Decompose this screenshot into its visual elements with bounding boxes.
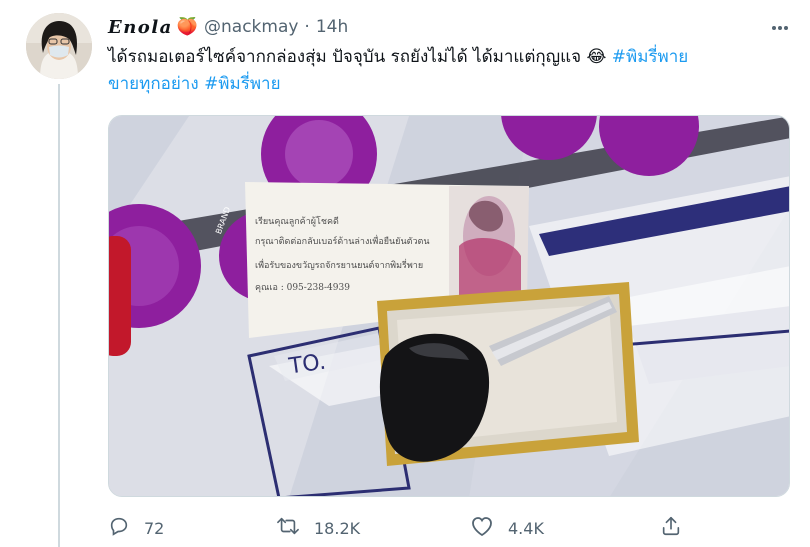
hashtag-link[interactable]: #พิมรี่พาย [612, 47, 689, 67]
reply-button[interactable]: 72 [108, 512, 164, 544]
retweet-icon [276, 515, 300, 541]
heart-icon [470, 515, 494, 541]
photo-drawing [109, 116, 789, 496]
reply-icon [108, 515, 130, 541]
tweet-header: Enola 🍑 @nackmay · 14h [108, 13, 348, 41]
peach-emoji: 🍑 [176, 17, 198, 37]
tweet-text-line1: ได้รถมอเตอร์ไซค์จากกล่องสุ่ม ปัจจุบัน รถ… [108, 47, 607, 67]
more-horizontal-icon[interactable] [766, 14, 794, 42]
reply-count: 72 [144, 518, 165, 538]
hashtag-link[interactable]: #พิมรี่พาย [204, 74, 281, 94]
card-line: คุณเอ : 095-238-4939 [255, 283, 350, 293]
hashtag-link[interactable]: ขายทุกอย่าง [108, 74, 199, 94]
action-bar: 72 18.2K 4.4K [108, 512, 708, 544]
card-line: เรียนคุณลูกค้าผู้โชคดี [255, 217, 339, 227]
like-count: 4.4K [508, 518, 544, 538]
retweet-count: 18.2K [314, 518, 361, 538]
user-handle[interactable]: @nackmay [204, 17, 298, 37]
like-button[interactable]: 4.4K [470, 512, 544, 544]
separator-dot: · [304, 17, 310, 37]
tweet[interactable]: Enola 🍑 @nackmay · 14h ได้รถมอเตอร์ไซค์จ… [0, 0, 810, 547]
display-name[interactable]: Enola [108, 17, 173, 38]
tweet-photo[interactable]: เรียนคุณลูกค้าผู้โชคดี กรุณาติดต่อกลับเบ… [108, 115, 790, 497]
share-icon [660, 515, 682, 541]
share-button[interactable] [660, 512, 682, 544]
tweet-text: ได้รถมอเตอร์ไซค์จากกล่องสุ่ม ปัจจุบัน รถ… [108, 44, 788, 98]
card-line: กรุณาติดต่อกลับเบอร์ด้านล่างเพื่อยืนยันต… [255, 237, 430, 247]
thread-line [58, 84, 60, 547]
timestamp[interactable]: 14h [316, 17, 348, 37]
retweet-button[interactable]: 18.2K [276, 512, 360, 544]
card-line: เพื่อรับของขวัญรถจักรยานยนต์จากพิมรี่พาย [255, 261, 424, 271]
avatar[interactable] [26, 13, 92, 79]
box-label: TO. [287, 349, 328, 380]
